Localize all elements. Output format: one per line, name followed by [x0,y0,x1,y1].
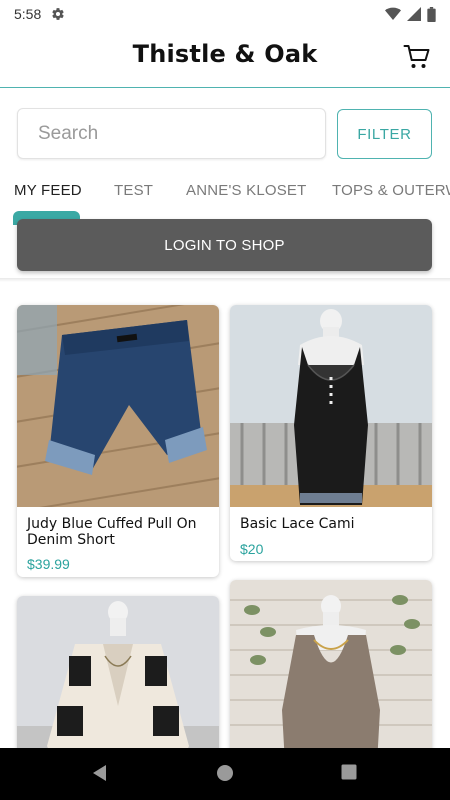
status-time: 5:58 [14,6,42,22]
tab-test[interactable]: TEST [114,182,153,199]
product-price: $39.99 [27,556,70,572]
status-icons [385,6,436,22]
system-nav-bar [0,748,450,800]
app-bar: Thistle & Oak [0,28,450,88]
login-to-shop-button[interactable]: LOGIN TO SHOP [17,219,432,271]
product-card[interactable]: Basic Lace Cami $20 [230,305,432,561]
tab-tops-outerwear[interactable]: TOPS & OUTERW [332,182,450,199]
product-title: Basic Lace Cami [240,516,355,532]
tab-my-feed[interactable]: MY FEED [14,182,82,199]
shopping-cart-icon [403,45,430,68]
nav-recents-icon[interactable] [341,764,357,780]
status-bar: 5:58 [0,0,450,28]
battery-icon [427,6,436,22]
category-tabs: MY FEED TEST ANNE'S KLOSET TOPS & OUTERW [0,170,450,214]
product-image [230,305,432,507]
section-divider [0,278,450,282]
search-input[interactable] [17,108,326,159]
product-image [17,305,219,507]
tab-annes-kloset[interactable]: ANNE'S KLOSET [186,182,307,199]
product-price: $20 [240,541,264,557]
settings-gear-icon [52,8,64,20]
app-title: Thistle & Oak [132,40,318,68]
cart-button[interactable] [402,42,432,72]
product-title: Judy Blue Cuffed Pull On Denim Short [27,516,197,548]
nav-back-icon[interactable] [91,764,107,782]
product-card[interactable]: Judy Blue Cuffed Pull On Denim Short $39… [17,305,219,577]
wifi-icon [385,7,401,21]
cellular-signal-icon [407,7,421,21]
filter-button[interactable]: FILTER [337,109,432,159]
nav-home-icon[interactable] [216,764,234,782]
